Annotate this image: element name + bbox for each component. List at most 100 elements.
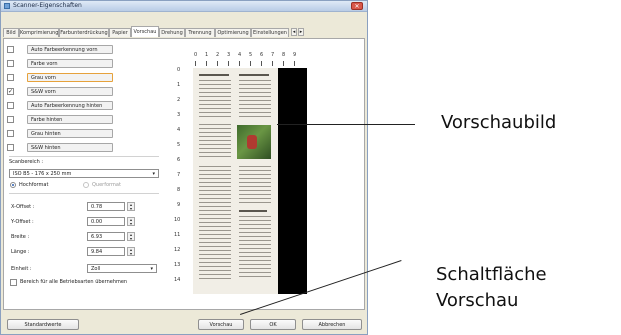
doc-text-line (239, 248, 271, 249)
doc-text-line (239, 96, 271, 97)
doc-text-line (199, 226, 231, 227)
portrait-radio[interactable] (10, 182, 16, 188)
checkbox[interactable] (7, 102, 14, 109)
y-offset-input[interactable]: 0.00 (87, 217, 125, 226)
preview-image-callout: Vorschaubild (441, 112, 557, 133)
apply-all-checkbox[interactable] (10, 279, 17, 286)
unit-label: Einheit : (11, 266, 32, 272)
checkbox[interactable] (7, 116, 14, 123)
option-button[interactable]: Farbe vorn (27, 59, 113, 68)
preview-image-area[interactable] (193, 68, 307, 294)
option-button[interactable]: S&W vorn (27, 87, 113, 96)
doc-text-line (239, 92, 271, 93)
spin-down-icon[interactable]: ▾ (130, 237, 132, 241)
length-spinner[interactable]: ▴ ▾ (127, 247, 135, 256)
ruler-tick (206, 61, 207, 66)
ruler-tick (261, 61, 262, 66)
doc-text-line (239, 240, 271, 241)
doc-text-line (199, 218, 231, 219)
ruler-tick (294, 61, 295, 66)
close-window-button[interactable]: ✕ (351, 2, 363, 10)
scan-area-select[interactable]: ISO B5 - 176 x 250 mm ▾ (9, 169, 159, 178)
unit-select[interactable]: Zoll ▾ (87, 264, 157, 273)
doc-text-line (199, 238, 231, 239)
preview-image-callout-line (277, 124, 415, 125)
ruler-h-label: 5 (249, 52, 253, 58)
landscape-radio[interactable] (83, 182, 89, 188)
option-button[interactable]: Auto Farbeerkennung hinten (27, 101, 113, 110)
tab-papier[interactable]: Papier (109, 28, 131, 37)
doc-text-line (239, 166, 271, 167)
ruler-v-label: 1 (177, 82, 181, 88)
ruler-v-label: 9 (177, 202, 181, 208)
doc-text-line (199, 278, 231, 279)
scan-area-label: Scanbereich : (9, 159, 44, 165)
landscape-label: Querformat (92, 182, 121, 188)
checkbox[interactable] (7, 60, 14, 67)
ruler-tick (283, 61, 284, 66)
tab-bild[interactable]: Bild (3, 28, 19, 37)
spin-down-icon[interactable]: ▾ (130, 252, 132, 256)
doc-text-line (199, 250, 231, 251)
doc-headline (239, 210, 267, 212)
preview-button[interactable]: Vorschau (198, 319, 244, 330)
tab-scroll-right-icon[interactable]: ▸ (298, 28, 304, 36)
tab-vorschau[interactable]: Vorschau (131, 26, 159, 37)
tab-optimierung[interactable]: Optimierung (215, 28, 251, 37)
doc-text-line (199, 190, 231, 191)
ruler-v-label: 8 (177, 187, 181, 193)
doc-text-line (199, 274, 231, 275)
doc-text-line (239, 108, 271, 109)
checkbox[interactable] (7, 74, 14, 81)
tab-trennung[interactable]: Trennung (185, 28, 215, 37)
width-input[interactable]: 6.93 (87, 232, 125, 241)
ruler-v-label: 14 (174, 277, 181, 283)
doc-text-line (199, 194, 231, 195)
ruler-v-label: 12 (174, 247, 181, 253)
title-bar[interactable]: Scanner-Eigenschaften ✕ (1, 1, 367, 12)
tab-scroll-left-icon[interactable]: ◂ (291, 28, 297, 36)
checkbox-checked[interactable]: ✓ (7, 88, 14, 95)
x-offset-spinner[interactable]: ▴ ▾ (127, 202, 135, 211)
tab-einstellungen[interactable]: Einstellungen (251, 28, 289, 37)
option-button[interactable]: S&W hinten (27, 143, 113, 152)
doc-text-line (239, 80, 271, 81)
tab-drehung[interactable]: Drehung (159, 28, 185, 37)
cancel-button[interactable]: Abbrechen (302, 319, 362, 330)
doc-text-line (199, 112, 231, 113)
preview-button-callout-line1: Schaltfläche (436, 264, 547, 285)
doc-text-line (199, 104, 231, 105)
y-offset-spinner[interactable]: ▴ ▾ (127, 217, 135, 226)
checkbox[interactable] (7, 46, 14, 53)
unit-value: Zoll (91, 266, 101, 272)
option-button[interactable]: Grau hinten (27, 129, 113, 138)
checkbox[interactable] (7, 144, 14, 151)
tab-komprimierung[interactable]: Komprimierung (19, 28, 59, 37)
checkbox[interactable] (7, 130, 14, 137)
portrait-label: Hochformat (19, 182, 49, 188)
spin-down-icon[interactable]: ▾ (130, 222, 132, 226)
width-spinner[interactable]: ▴ ▾ (127, 232, 135, 241)
tab-farbunterdrueckung[interactable]: Farbunterdrückung (59, 28, 109, 37)
doc-text-line (239, 264, 271, 265)
y-offset-label: Y-Offset : (11, 219, 34, 225)
option-button[interactable]: Farbe hinten (27, 115, 113, 124)
length-input[interactable]: 9.84 (87, 247, 125, 256)
preview-button-callout-line2: Vorschau (436, 290, 519, 311)
x-offset-input[interactable]: 0.78 (87, 202, 125, 211)
chevron-down-icon: ▾ (150, 266, 153, 272)
defaults-button[interactable]: Standardwerte (7, 319, 79, 330)
doc-headline (199, 74, 229, 76)
option-button[interactable]: Grau vorn (27, 73, 113, 82)
spin-down-icon[interactable]: ▾ (130, 207, 132, 211)
ruler-v-label: 5 (177, 142, 181, 148)
ok-button[interactable]: OK (250, 319, 296, 330)
doc-text-line (199, 182, 231, 183)
doc-text-line (199, 116, 231, 117)
separator (9, 156, 159, 157)
doc-text-line (199, 266, 231, 267)
doc-text-line (239, 256, 271, 257)
option-button[interactable]: Auto Farbeerkennung vorn (27, 45, 113, 54)
doc-text-line (199, 206, 231, 207)
doc-text-line (199, 84, 231, 85)
